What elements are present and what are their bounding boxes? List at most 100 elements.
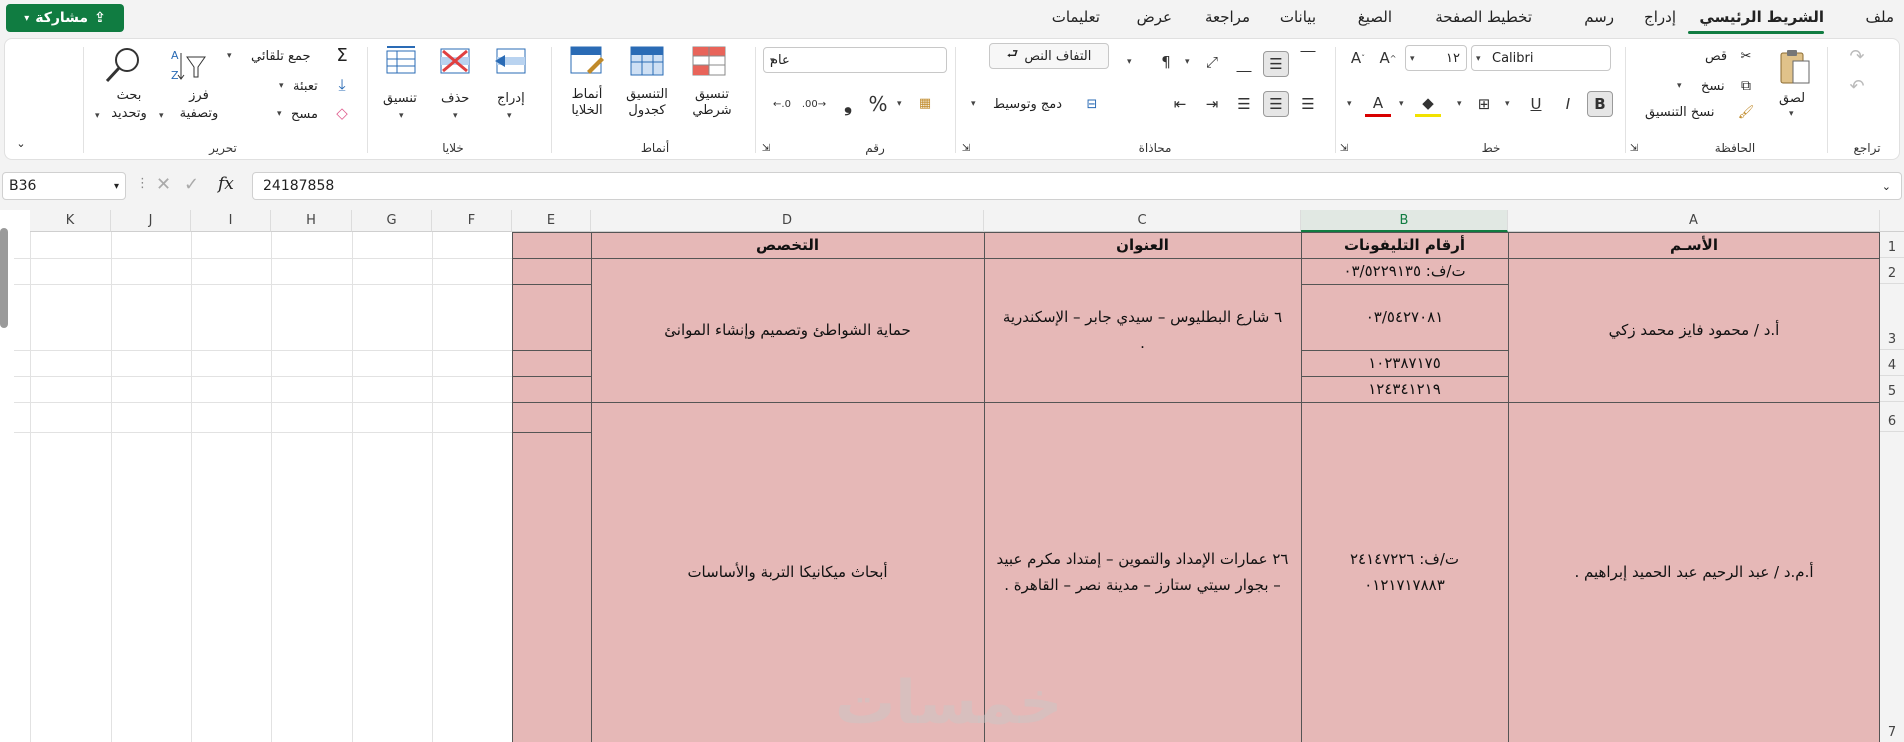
cell-e6[interactable] <box>512 402 592 433</box>
align-left-icon[interactable]: ☰ <box>1231 91 1257 117</box>
row-header-2[interactable]: 2 <box>1880 258 1904 284</box>
chevron-down-icon[interactable]: ▾ <box>279 81 284 91</box>
chevron-down-icon[interactable]: ▾ <box>1677 81 1682 91</box>
bold-icon[interactable]: B <box>1587 91 1613 117</box>
row-header-1[interactable]: 1 <box>1880 232 1904 258</box>
row-header-7[interactable]: 7 <box>1880 432 1904 742</box>
dialog-launcher-icon[interactable]: ⇲ <box>959 141 973 155</box>
font-name-box[interactable]: ▾ Calibri <box>1471 45 1611 71</box>
increase-decimal-icon[interactable]: ←.0 <box>769 91 795 117</box>
paste-label[interactable]: لصق <box>1779 91 1805 106</box>
chevron-down-icon[interactable]: ▾ <box>1347 99 1352 109</box>
autosum-label[interactable]: جمع تلقائي <box>251 49 311 64</box>
decrease-decimal-icon[interactable]: .00→ <box>801 91 827 117</box>
align-center-icon[interactable]: ☰ <box>1263 91 1289 117</box>
align-bottom-icon[interactable]: ⎽ <box>1231 51 1257 77</box>
merge-center-icon[interactable]: ⊟ <box>1081 93 1103 115</box>
decrease-font-icon[interactable]: Aˇ <box>1345 45 1371 71</box>
chevron-down-icon[interactable]: ▾ <box>971 99 976 109</box>
menu-draw[interactable]: رسم <box>1584 8 1614 26</box>
cell-styles-label[interactable]: أنماط الخلايا <box>561 87 613 119</box>
select-all-corner[interactable] <box>1880 210 1904 232</box>
format-painter-icon[interactable]: 🖌 <box>1737 103 1755 121</box>
worksheet-grid[interactable]: A B C D E F G H I J K 1 2 3 4 5 6 7 الأس… <box>0 210 1904 742</box>
cell-e3[interactable] <box>512 284 592 351</box>
row-header-6[interactable]: 6 <box>1880 402 1904 432</box>
chevron-down-icon[interactable]: ▾ <box>1410 54 1415 64</box>
accounting-format-icon[interactable]: ▦ <box>913 91 937 115</box>
expand-formula-icon[interactable]: ⌄ <box>1882 180 1891 193</box>
chevron-down-icon[interactable]: ▾ <box>1127 57 1132 67</box>
column-header-j[interactable]: J <box>111 210 191 232</box>
font-size-box[interactable]: ▾ ١٢ <box>1405 45 1467 71</box>
column-header-b[interactable]: B <box>1301 210 1508 232</box>
chevron-down-icon[interactable]: ▾ <box>1505 99 1510 109</box>
format-cells-icon[interactable] <box>381 43 421 79</box>
eraser-icon[interactable]: ◇ <box>331 103 353 123</box>
increase-indent-icon[interactable]: ⇥ <box>1199 91 1225 117</box>
menu-file[interactable]: ملف <box>1865 8 1894 26</box>
italic-icon[interactable]: I <box>1555 91 1581 117</box>
row-header-5[interactable]: 5 <box>1880 376 1904 402</box>
cell-styles-icon[interactable] <box>567 43 607 79</box>
column-header-a[interactable]: A <box>1508 210 1880 232</box>
dialog-launcher-icon[interactable]: ⇲ <box>1627 141 1641 155</box>
vertical-scrollbar[interactable] <box>0 228 8 328</box>
decrease-indent-icon[interactable]: ⇤ <box>1167 91 1193 117</box>
column-header-h[interactable]: H <box>271 210 352 232</box>
column-header-e[interactable]: E <box>512 210 591 232</box>
format-as-table-label[interactable]: التنسيق كجدول <box>617 87 677 119</box>
chevron-down-icon[interactable]: ▾ <box>1789 109 1794 119</box>
sort-filter-icon[interactable]: AZ <box>169 45 209 85</box>
merge-center-label[interactable]: دمج وتوسيط <box>993 97 1062 112</box>
chevron-down-icon[interactable]: ▾ <box>227 51 232 61</box>
align-top-icon[interactable]: ⎺ <box>1295 45 1321 71</box>
menu-view[interactable]: عرض <box>1137 8 1172 26</box>
column-header-i[interactable]: I <box>191 210 271 232</box>
cancel-edit-icon[interactable]: ✕ <box>156 174 171 195</box>
borders-icon[interactable]: ⊞ <box>1471 91 1497 117</box>
row-header-4[interactable]: 4 <box>1880 350 1904 376</box>
align-middle-icon[interactable]: ☰ <box>1263 51 1289 77</box>
chevron-down-icon[interactable]: ▾ <box>1476 54 1481 64</box>
delete-cells-label[interactable]: حذف <box>441 91 469 106</box>
row-header-3[interactable]: 3 <box>1880 284 1904 350</box>
format-painter-label[interactable]: نسخ التنسيق <box>1645 105 1715 120</box>
chevron-down-icon[interactable]: ▾ <box>277 109 282 119</box>
insert-function-icon[interactable]: fx <box>218 174 234 194</box>
wrap-text-button[interactable]: ⮐ التفاف النص <box>989 43 1109 69</box>
rtl-direction-icon[interactable]: ¶ <box>1153 49 1179 75</box>
format-as-table-icon[interactable] <box>627 43 667 79</box>
collapse-ribbon-icon[interactable]: ⌄ <box>13 135 29 151</box>
underline-icon[interactable]: U <box>1523 91 1549 117</box>
fill-label[interactable]: تعبئة <box>293 79 318 94</box>
name-box[interactable]: B36 ▾ <box>2 172 126 200</box>
copy-icon[interactable]: ⧉ <box>1737 77 1755 95</box>
menu-formulas[interactable]: الصيغ <box>1358 8 1392 26</box>
clear-label[interactable]: مسح <box>291 107 318 122</box>
cell-e7[interactable] <box>512 432 592 742</box>
copy-label[interactable]: نسخ <box>1701 79 1725 94</box>
column-header-d[interactable]: D <box>591 210 984 232</box>
chevron-down-icon[interactable]: ▾ <box>95 111 100 121</box>
chevron-down-icon[interactable]: ▾ <box>453 111 458 121</box>
comma-style-icon[interactable]: ❟ <box>835 91 861 117</box>
chevron-down-icon[interactable]: ▾ <box>399 111 404 121</box>
chevron-down-icon[interactable]: ▾ <box>114 181 119 192</box>
chevron-down-icon[interactable]: ▾ <box>1399 99 1404 109</box>
cell-e4[interactable] <box>512 350 592 377</box>
insert-cells-label[interactable]: إدراج <box>497 91 525 106</box>
menu-home[interactable]: الشريط الرئيسي <box>1699 8 1824 26</box>
delete-cells-icon[interactable] <box>435 43 475 79</box>
orientation-icon[interactable]: ⤢ <box>1199 49 1225 75</box>
column-header-g[interactable]: G <box>352 210 432 232</box>
chevron-down-icon[interactable]: ▾ <box>1457 99 1462 109</box>
menu-page-layout[interactable]: تخطيط الصفحة <box>1435 8 1532 26</box>
find-select-label[interactable]: بحث وتحديد <box>103 87 155 123</box>
dialog-launcher-icon[interactable]: ⇲ <box>759 141 773 155</box>
redo-icon[interactable]: ↷ <box>1845 45 1869 67</box>
confirm-edit-icon[interactable]: ✓ <box>184 174 199 195</box>
fill-color-icon[interactable]: ◆ <box>1415 91 1441 117</box>
number-format-box[interactable]: عام ▾ <box>763 47 947 73</box>
paste-icon[interactable] <box>1775 45 1815 89</box>
